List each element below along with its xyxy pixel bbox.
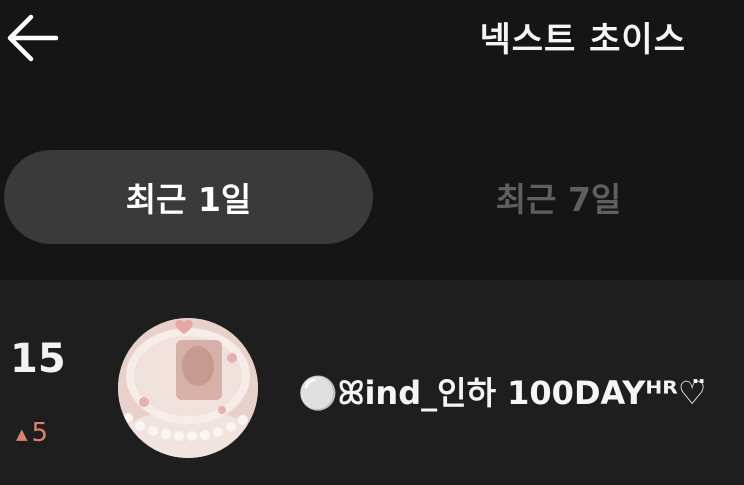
rank-change-value: 5	[31, 418, 49, 448]
arrow-left-icon	[7, 14, 59, 62]
tab-recent-7-days[interactable]: 최근 7일	[373, 150, 744, 244]
triangle-up-icon: ▲	[16, 424, 28, 443]
rank-change: ▲ 5	[16, 418, 48, 448]
ranking-row[interactable]: 15 ▲ 5 ⚪️ꕤind_인하 100DAYᴴᴿ♡̈	[0, 280, 744, 485]
rank-number: 15	[10, 336, 66, 382]
page-title: 넥스트 초이스	[479, 20, 686, 60]
item-name: ⚪️ꕤind_인하 100DAYᴴᴿ♡̈	[298, 374, 707, 412]
tab-recent-1-day[interactable]: 최근 1일	[4, 150, 373, 244]
period-tabs: 최근 1일 최근 7일	[4, 150, 744, 244]
cake-image	[118, 318, 258, 458]
screen: 넥스트 초이스 최근 1일 최근 7일 15 ▲ 5 ⚪️ꕤind_인하 100…	[0, 0, 744, 485]
ranking-list: 15 ▲ 5 ⚪️ꕤind_인하 100DAYᴴᴿ♡̈	[0, 280, 744, 485]
back-button[interactable]	[0, 6, 64, 70]
cake-thumbnail	[118, 318, 258, 458]
